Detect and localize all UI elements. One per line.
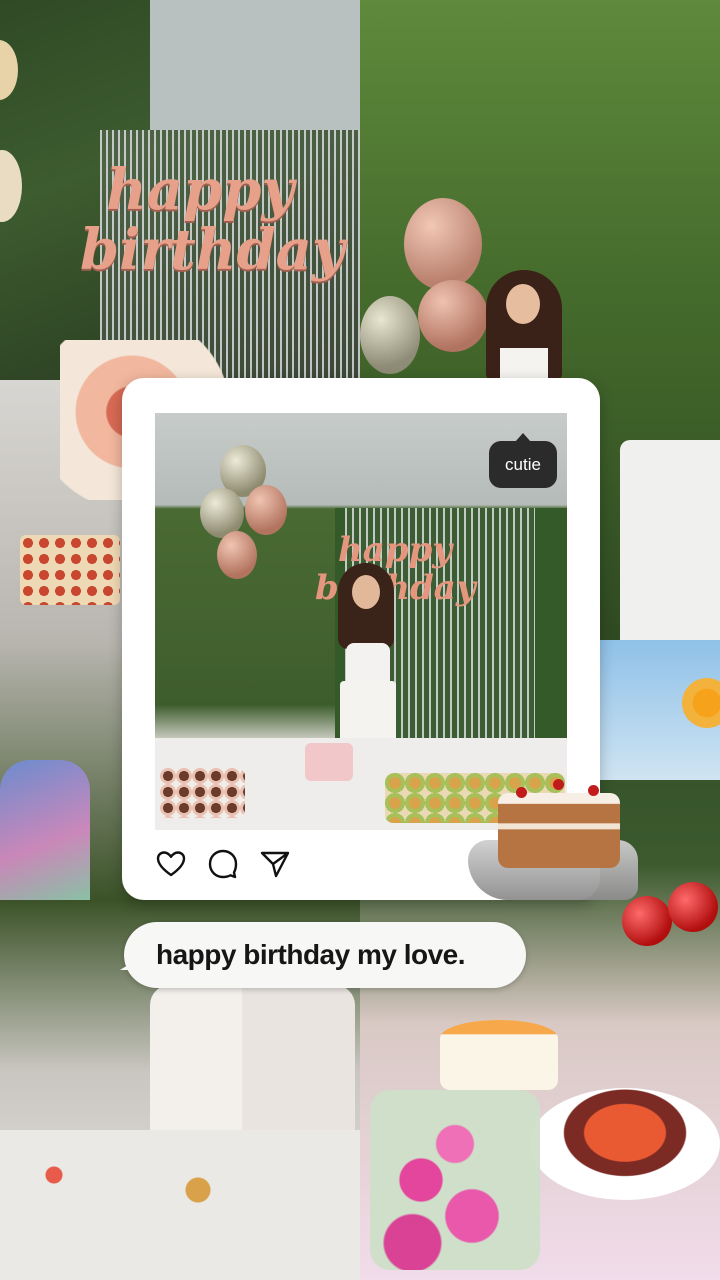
balloon bbox=[217, 531, 257, 579]
balloon bbox=[0, 40, 18, 100]
happy-birthday-balloon-letters: happy birthday bbox=[80, 157, 345, 283]
person-photo bbox=[478, 270, 570, 380]
party-table bbox=[0, 1130, 360, 1280]
dessert-tray bbox=[160, 768, 245, 818]
balloon bbox=[245, 485, 287, 535]
comment-bubble-icon[interactable] bbox=[207, 848, 239, 880]
collage-photo-top-left: happy birthday bbox=[0, 0, 360, 380]
fruit-bowl bbox=[530, 1088, 720, 1200]
paper-plane-icon[interactable] bbox=[259, 848, 291, 880]
caption-bubble: happy birthday my love. bbox=[120, 922, 526, 988]
user-tag[interactable]: cutie bbox=[489, 433, 557, 488]
heart-icon[interactable] bbox=[155, 848, 187, 880]
balloon bbox=[360, 296, 420, 374]
pink-flower-bouquet bbox=[370, 1090, 540, 1270]
party-table bbox=[620, 440, 720, 640]
birthday-cake bbox=[440, 1020, 558, 1090]
post-actions bbox=[155, 848, 291, 880]
person-photo bbox=[330, 563, 410, 753]
cake-sticker bbox=[498, 775, 620, 871]
balloon bbox=[0, 150, 22, 222]
balloon bbox=[404, 198, 482, 290]
cherry-sticker bbox=[620, 880, 720, 950]
caption-text: happy birthday my love. bbox=[156, 939, 466, 970]
building-wall bbox=[150, 0, 360, 130]
guests-photo bbox=[150, 985, 355, 1145]
birthday-cake bbox=[305, 743, 353, 781]
dessert-tray bbox=[20, 535, 120, 605]
